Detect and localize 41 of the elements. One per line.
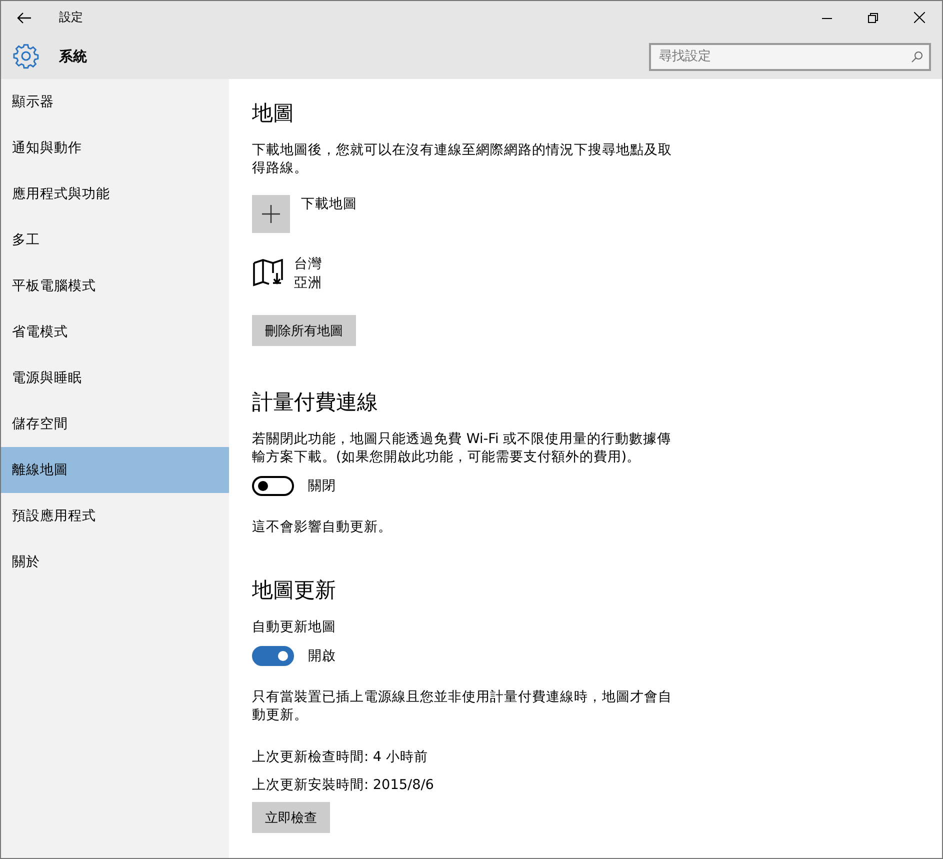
sidebar-item[interactable]: 應用程式與功能 (1, 171, 229, 217)
toggle-state-label: 開啟 (308, 647, 336, 665)
search-icon (911, 50, 923, 62)
add-map-button[interactable] (252, 195, 290, 233)
restore-icon (868, 12, 878, 22)
back-arrow-icon (17, 12, 31, 24)
toggle-label: 自動更新地圖 (252, 618, 336, 636)
sidebar-item[interactable]: 關於 (1, 539, 229, 585)
last-installed-text: 上次更新安裝時間: 2015/8/6 (252, 776, 434, 794)
section-heading: 地圖更新 (252, 577, 336, 604)
sidebar-item[interactable]: 離線地圖 (1, 447, 229, 493)
section-heading: 地圖 (252, 100, 294, 127)
plus-icon (262, 205, 280, 223)
description-text: 若關閉此功能，地圖只能透過免費 Wi-Fi 或不限使用量的行動數據傳輸方案下載。(如果您開啟此功能，可能需要支付額外的費用)。 (252, 430, 672, 466)
page-title: 系統 (59, 48, 87, 66)
last-checked-text: 上次更新檢查時間: 4 小時前 (252, 748, 428, 766)
search-field[interactable]: 尋找設定 (649, 42, 931, 70)
map-region: 亞洲 (294, 274, 322, 293)
map-name: 台灣 (294, 255, 322, 274)
sidebar-item[interactable]: 省電模式 (1, 309, 229, 355)
description-text: 只有當裝置已插上電源線且您並非使用計量付費連線時，地圖才會自動更新。 (252, 688, 673, 724)
sidebar-item[interactable]: 儲存空間 (1, 401, 229, 447)
check-now-button[interactable]: 立即檢查 (252, 802, 330, 833)
sidebar-item[interactable]: 預設應用程式 (1, 493, 229, 539)
toggle-state-label: 關閉 (308, 477, 336, 495)
sidebar-item[interactable]: 電源與睡眠 (1, 355, 229, 401)
section-heading: 計量付費連線 (252, 389, 378, 416)
sidebar-item[interactable]: 多工 (1, 217, 229, 263)
sidebar-item[interactable]: 顯示器 (1, 79, 229, 125)
close-icon (914, 12, 924, 23)
note-text: 這不會影響自動更新。 (252, 518, 393, 536)
window-title: 設定 (59, 9, 83, 26)
toggle-switch[interactable] (252, 646, 294, 666)
add-map-label: 下載地圖 (301, 195, 357, 213)
description-text: 下載地圖後，您就可以在沒有連線至網際網路的情況下搜尋地點及取得路線。 (252, 141, 673, 177)
map-download-icon (252, 259, 286, 289)
sidebar-item[interactable]: 通知與動作 (1, 125, 229, 171)
delete-maps-button[interactable]: 刪除所有地圖 (252, 315, 356, 346)
toggle-switch[interactable] (252, 476, 294, 496)
sidebar-item[interactable]: 平板電腦模式 (1, 263, 229, 309)
settings-icon (13, 44, 39, 70)
